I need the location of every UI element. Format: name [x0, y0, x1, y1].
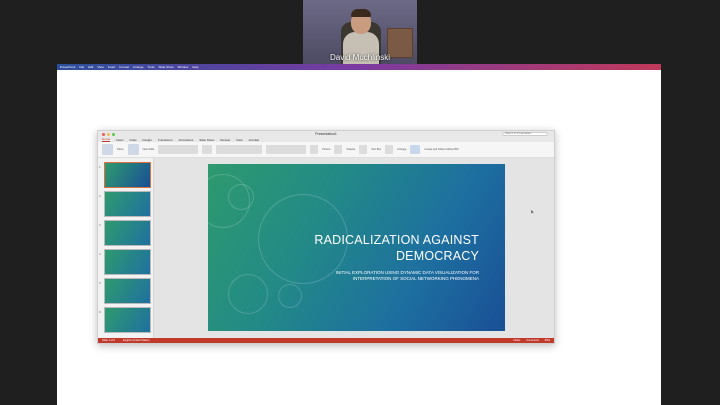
adobe-pdf-icon[interactable] [410, 145, 421, 154]
slide-thumbnail-2[interactable] [104, 191, 151, 217]
decorative-circle [228, 184, 254, 210]
slide-thumbnail-3[interactable] [104, 220, 151, 246]
comments-button[interactable]: Comments [526, 339, 539, 342]
tab-slide-show[interactable]: Slide Show [199, 138, 214, 142]
tab-view[interactable]: View [236, 138, 242, 142]
menu-slide-show[interactable]: Slide Show [159, 65, 174, 69]
participant-video[interactable]: David Muchlinski [303, 0, 417, 64]
menu-insert[interactable]: Insert [108, 65, 116, 69]
tab-animations[interactable]: Animations [178, 138, 193, 142]
slide-thumbnail-6[interactable] [104, 307, 151, 333]
new-slide-button[interactable] [127, 144, 139, 155]
paragraph-buttons[interactable] [266, 145, 307, 154]
title-bar: Presentation1 Search in Presentation [98, 131, 554, 137]
font-format-buttons[interactable] [216, 145, 263, 154]
slide-thumbnail-4[interactable] [104, 249, 151, 275]
participant-name: David Muchlinski [329, 53, 391, 62]
tab-transitions[interactable]: Transitions [158, 138, 173, 142]
menu-tools[interactable]: Tools [148, 65, 155, 69]
slide-subtitle: INITIAL EXPLORATION USING DYNAMIC DATA V… [335, 270, 479, 281]
language-indicator[interactable]: English (United States) [123, 339, 150, 342]
status-bar: Slide 1 of 6 English (United States) Not… [98, 338, 554, 343]
menu-app[interactable]: PowerPoint [60, 65, 75, 69]
arrange-button[interactable] [385, 145, 394, 154]
current-slide[interactable]: RADICALIZATION AGAINST DEMOCRACY INITIAL… [208, 164, 505, 331]
tab-design[interactable]: Design [143, 138, 152, 142]
thumbnail-number: 5 [99, 281, 101, 285]
slide-title: RADICALIZATION AGAINST DEMOCRACY [314, 233, 479, 263]
document-title: Presentation1 [315, 132, 337, 136]
thumbnail-number: 6 [99, 310, 101, 314]
mac-menu-bar: PowerPoint File Edit View Insert Format … [57, 64, 661, 70]
paste-button[interactable] [102, 144, 113, 155]
tab-insert[interactable]: Insert [116, 138, 124, 142]
menu-arrange[interactable]: Arrange [133, 65, 144, 69]
decorative-circle [278, 284, 302, 308]
slide-counter: Slide 1 of 6 [102, 339, 115, 342]
slide-thumbnail-5[interactable] [104, 278, 151, 304]
new-slide-label: New Slide [142, 148, 155, 151]
powerpoint-window: Presentation1 Search in Presentation Hom… [97, 130, 555, 344]
menu-window[interactable]: Window [178, 65, 189, 69]
thumbnail-number: 2 [99, 194, 101, 198]
shared-screen: PowerPoint File Edit View Insert Format … [57, 64, 661, 405]
decorative-circle [228, 274, 268, 314]
picture-label: Picture [322, 148, 331, 151]
tab-home[interactable]: Home [102, 137, 111, 142]
menu-file[interactable]: File [79, 65, 84, 69]
zoom-meeting-window: David Muchlinski PowerPoint File Edit Vi… [0, 0, 720, 405]
menu-help[interactable]: Help [192, 65, 198, 69]
shapes-label: Shapes [346, 148, 356, 151]
slide-thumbnail-1[interactable] [104, 162, 151, 188]
text-box-button[interactable] [359, 145, 368, 154]
shapes-button[interactable] [334, 145, 343, 154]
search-input[interactable]: Search in Presentation [502, 132, 548, 136]
text-box-label: Text Box [371, 148, 382, 151]
paste-label: Paste [117, 148, 124, 151]
picture-button[interactable] [310, 145, 319, 154]
tab-acrobat[interactable]: Acrobat [249, 138, 259, 142]
font-size-select[interactable] [202, 145, 213, 154]
menu-edit[interactable]: Edit [88, 65, 93, 69]
notes-button[interactable]: Notes [513, 339, 520, 342]
tab-review[interactable]: Review [220, 138, 230, 142]
menu-view[interactable]: View [97, 65, 103, 69]
ribbon-toolbar: Paste New Slide Picture Shapes Text Box … [98, 142, 554, 158]
arrange-label: Arrange [397, 148, 407, 151]
person-hair [351, 9, 371, 17]
thumbnail-number: 3 [99, 223, 101, 227]
tab-draw[interactable]: Draw [130, 138, 137, 142]
thumbnail-number: 4 [99, 252, 101, 256]
slide-thumbnails-panel[interactable]: 1 2 3 4 5 6 [98, 158, 154, 338]
thumbnail-number: 1 [99, 165, 101, 169]
editor-workspace: 1 2 3 4 5 6 RADICALIZATION AGAINST DEMOC… [98, 158, 554, 338]
font-family-select[interactable] [158, 145, 199, 154]
status-right: Notes Comments 85% [513, 339, 550, 342]
zoom-level[interactable]: 85% [545, 339, 550, 342]
menu-format[interactable]: Format [119, 65, 129, 69]
create-pdf-label: Create and Share Adobe PDF [424, 148, 459, 151]
